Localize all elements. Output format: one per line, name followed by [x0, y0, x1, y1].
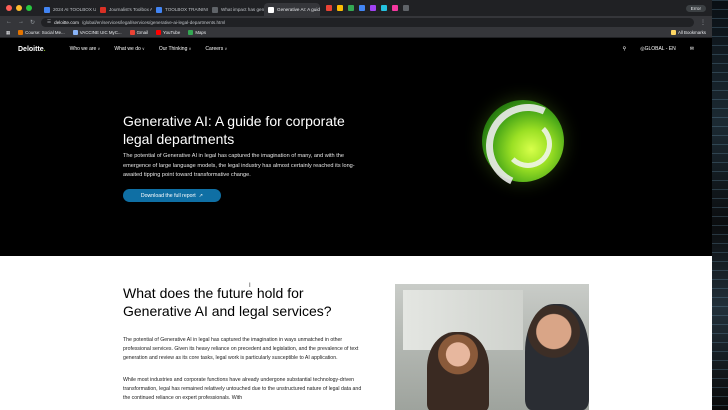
site-info-icon[interactable]: ☰ [47, 19, 51, 25]
bookmark-label: Course: Social Me... [25, 30, 65, 35]
people-photo [395, 284, 589, 410]
extension-icons [326, 5, 409, 11]
photo-woman [427, 332, 489, 410]
logo-dot: . [43, 45, 46, 53]
extension-icon[interactable] [337, 5, 343, 11]
tab-label: TOOLBOX TRAINING SUMM [165, 7, 208, 12]
header-utilities: ⚲ GLOBAL - EN ✉ [623, 46, 694, 52]
green-sphere-graphic [482, 100, 564, 182]
extension-icon[interactable] [381, 5, 387, 11]
bookmark-item[interactable]: VACCINE UIC MyC... [72, 30, 122, 35]
extension-icon[interactable] [403, 5, 409, 11]
hero-body: The potential of Generative AI in legal … [123, 153, 355, 179]
deloitte-logo[interactable]: Deloitte. [18, 46, 46, 53]
back-icon[interactable]: ← [6, 19, 12, 25]
minimize-window-button[interactable] [16, 5, 22, 11]
bookmarks-bar: ▦ Course: Social Me... VACCINE UIC MyC...… [0, 28, 712, 38]
search-icon[interactable]: ⚲ [623, 46, 627, 52]
bookmark-item[interactable]: Course: Social Me... [18, 30, 65, 35]
tab-favicon-icon [44, 6, 50, 13]
profile-error-button[interactable]: Error [685, 4, 706, 12]
bookmark-label: Gmail [136, 30, 149, 35]
extension-icon[interactable] [348, 5, 354, 11]
bookmark-favicon-icon [188, 30, 194, 35]
tab-favicon-icon [212, 6, 218, 13]
tab-favicon-icon [100, 6, 106, 13]
bookmark-label: VACCINE UIC MyC... [79, 30, 122, 35]
nav-item[interactable]: Careers [205, 46, 227, 52]
download-report-button[interactable]: Download the full report ↗ [123, 189, 221, 202]
browser-tab[interactable]: Journalist's Toolbox AI | Loo× [96, 3, 152, 16]
paragraph: The potential of Generative AI in legal … [123, 337, 359, 362]
forward-icon[interactable]: → [18, 19, 24, 25]
bookmark-list: Course: Social Me... VACCINE UIC MyC... Gm… [18, 30, 206, 35]
section-heading: What does the future hold for Generative… [123, 285, 332, 319]
browser-tab[interactable]: TOOLBOX TRAINING SUMM× [152, 3, 208, 16]
bookmark-favicon-icon [72, 30, 78, 35]
external-link-icon: ↗ [198, 192, 204, 199]
extension-icon[interactable] [392, 5, 398, 11]
tab-bar: 2024 AI TOOLBOX UPDATE×Journalist's Tool… [0, 0, 712, 16]
browser-tab[interactable]: 2024 AI TOOLBOX UPDATE× [40, 3, 96, 16]
contact-icon[interactable]: ✉ [690, 46, 694, 52]
all-bookmarks-button[interactable]: All Bookmarks [670, 30, 706, 35]
bookmark-item[interactable]: Maps [188, 30, 206, 35]
url-path: /global/en/services/legal/services/gener… [81, 19, 226, 25]
maximize-window-button[interactable] [26, 5, 32, 11]
browser-tab[interactable]: Generative AI: A guide for co× [264, 3, 320, 16]
background-strip [712, 0, 728, 410]
window-controls [0, 5, 40, 11]
apps-icon[interactable]: ▦ [6, 30, 10, 36]
tab-label: What impact has generative [221, 7, 264, 12]
extension-icon[interactable] [326, 5, 332, 11]
download-report-label: Download the full report [140, 192, 196, 199]
all-bookmarks-label: All Bookmarks [677, 30, 706, 35]
folder-icon [670, 30, 676, 35]
bookmark-favicon-icon [129, 30, 135, 35]
url-host: deloitte.com [54, 19, 79, 25]
bookmark-favicon-icon [156, 30, 162, 35]
hero-title: Generative AI: A guide for corporate leg… [123, 113, 345, 147]
extension-icon[interactable] [370, 5, 376, 11]
main-nav: Who we are What we do Our Thinking Careers [70, 46, 228, 52]
extension-icon[interactable] [359, 5, 365, 11]
locale-selector[interactable]: GLOBAL - EN [640, 46, 676, 52]
site-header: Deloitte. Who we are What we do Our Thinki… [0, 38, 712, 60]
bookmark-label: YouTube [163, 30, 181, 35]
logo-text: Deloitte [18, 45, 44, 53]
bookmark-favicon-icon [18, 30, 24, 35]
photo-man [525, 304, 589, 410]
browser-tab[interactable]: What impact has generative× [208, 3, 264, 16]
url-bar[interactable]: ☰ deloitte.com/global/en/services/legal/… [41, 17, 694, 27]
nav-item[interactable]: Our Thinking [159, 46, 192, 52]
nav-item[interactable]: What we do [114, 46, 144, 52]
paragraph: While most industries and corporate func… [123, 377, 362, 402]
tab-label: 2024 AI TOOLBOX UPDATE [53, 7, 96, 12]
tab-label: Journalist's Toolbox AI | Loo [109, 7, 152, 12]
content-section: I What does the future hold for Generati… [0, 256, 712, 410]
nav-item[interactable]: Who we are [70, 46, 101, 52]
menu-icon[interactable]: ⋮ [700, 19, 706, 26]
tab-favicon-icon [156, 6, 162, 13]
bookmark-item[interactable]: Gmail [129, 30, 149, 35]
browser-window: 2024 AI TOOLBOX UPDATE×Journalist's Tool… [0, 0, 728, 410]
hero-section: Generative AI: A guide for corporate leg… [0, 60, 712, 256]
close-window-button[interactable] [6, 5, 12, 11]
address-toolbar: ← → ↻ ☰ deloitte.com/global/en/services/… [0, 16, 712, 28]
reload-icon[interactable]: ↻ [30, 19, 35, 26]
bookmark-item[interactable]: YouTube [156, 30, 180, 35]
bookmark-label: Maps [195, 30, 207, 35]
tab-favicon-icon [268, 6, 274, 13]
tabs: 2024 AI TOOLBOX UPDATE×Journalist's Tool… [40, 0, 320, 16]
tab-label: Generative AI: A guide for co [277, 7, 320, 12]
